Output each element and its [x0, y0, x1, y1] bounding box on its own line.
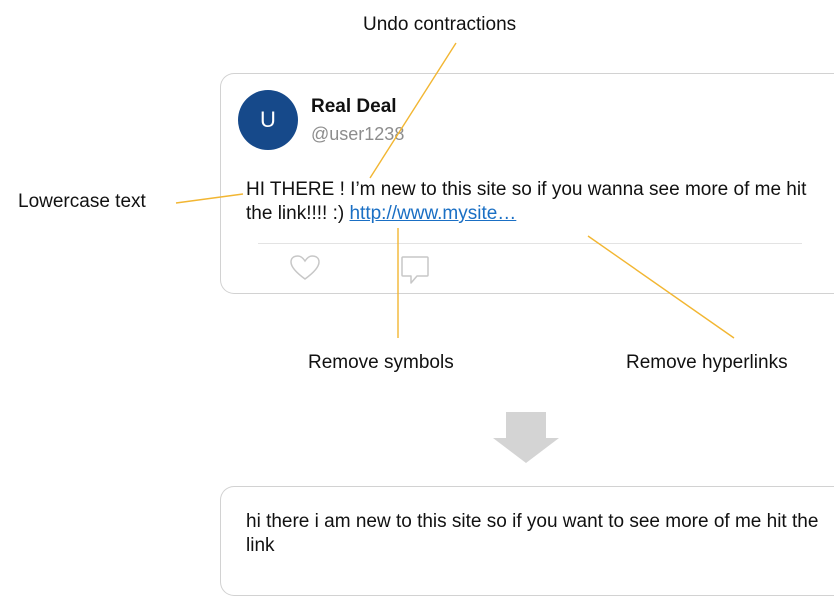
cleaned-text: hi there i am new to this site so if you… [246, 511, 819, 556]
line-undo-contractions [369, 42, 457, 179]
down-arrow [493, 412, 559, 463]
line-lowercase-text [175, 193, 244, 204]
line-remove-hyperlinks [587, 235, 735, 339]
